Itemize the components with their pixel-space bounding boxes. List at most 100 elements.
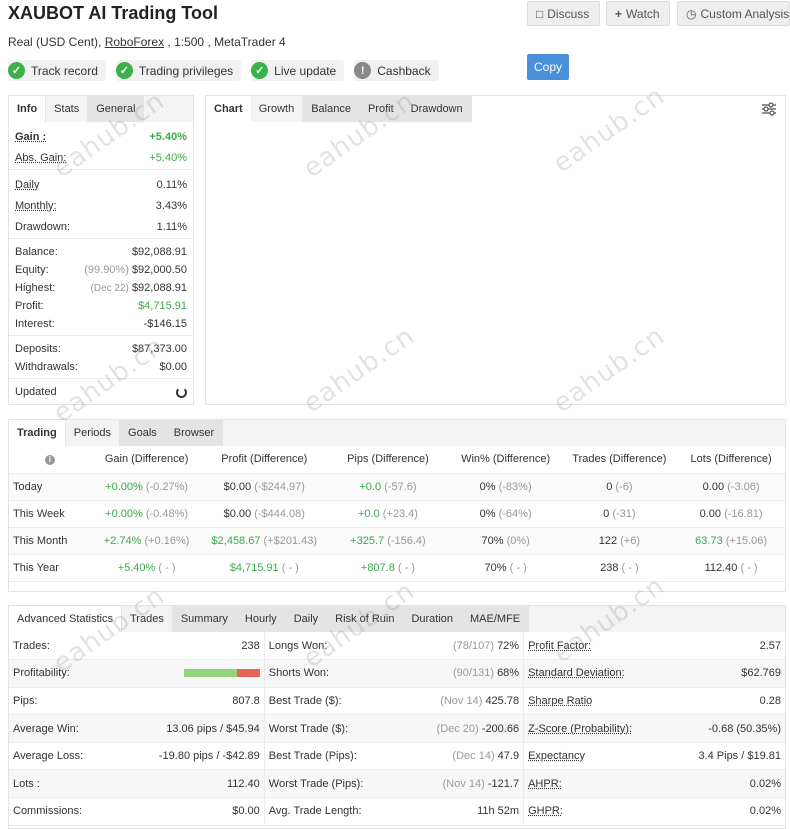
profitability-bar-cell (108, 659, 265, 688)
stat-value: 0.28 (663, 687, 785, 716)
tab-info[interactable]: Info (9, 96, 47, 122)
badge-track-record[interactable]: ✓ Track record (8, 60, 106, 81)
advanced-row: Commissions: $0.00 Avg. Trade Length: 11h … (9, 797, 785, 826)
badge-cashback[interactable]: ! Cashback (354, 60, 439, 81)
stat-value: 0.02% (663, 797, 785, 826)
stat-label: Profitability: (9, 659, 109, 688)
equity-pct: (99.90%) (84, 264, 129, 276)
check-icon: ✓ (115, 62, 133, 79)
profit-value: $4,715.91 (138, 300, 187, 312)
deposits-value: $87,373.00 (131, 343, 187, 355)
advanced-row: Average Win: 13.06 pips / $45.94 Worst Tra… (9, 714, 785, 743)
stat-label: Best Trade ($): (264, 687, 389, 716)
periods-tabs: Trading Periods Goals Browser (9, 420, 785, 446)
tab-balance[interactable]: Balance (303, 96, 360, 122)
plus-icon: + (615, 6, 623, 21)
period-row-this-week: This Week +0.00% (-0.48%) $0.00 (-$444.0… (9, 500, 785, 528)
period-row-this-month: This Month +2.74% (+0.16%) $2,458.67 (+$… (9, 527, 785, 555)
stat-label: Best Trade (Pips): (264, 742, 389, 771)
stat-value: 112.40 (108, 769, 265, 799)
clock-icon: ◷ (686, 6, 697, 21)
discuss-button[interactable]: □ Discuss (527, 1, 600, 26)
badge-live-update[interactable]: ✓ Live update (251, 60, 345, 81)
header-trades: Trades (Difference) (561, 446, 678, 474)
stat-label: Avg. Trade Length: (264, 797, 389, 826)
chart-panel: Chart Growth Balance Profit Drawdown (205, 95, 786, 405)
daily-label: Daily (15, 179, 40, 191)
periods-panel: Trading Periods Goals Browser i Gain (Di… (8, 419, 786, 592)
stat-label: AHPR: (523, 769, 664, 799)
tab-risk-of-ruin[interactable]: Risk of Ruin (327, 606, 404, 632)
comment-icon: □ (536, 6, 544, 21)
interest-value: -$146.15 (143, 318, 187, 330)
deposits-label: Deposits: (15, 343, 61, 355)
stat-value: (Dec 14) 47.9 (388, 742, 525, 771)
interest-label: Interest: (15, 318, 55, 330)
copy-button[interactable]: Copy (527, 54, 569, 80)
tab-periods[interactable]: Periods (66, 420, 121, 446)
tab-trading[interactable]: Trading (9, 420, 66, 446)
abs-gain-value: +5.40% (149, 152, 187, 164)
advanced-row: Lots :112.40 Worst Trade (Pips): (Nov 14) … (9, 769, 785, 799)
stat-label: Expectancy (523, 742, 664, 771)
stat-value: $62.769 (663, 659, 785, 688)
stat-label: Average Win: (9, 714, 109, 743)
period-row-today: Today +0.00% (-0.27%) $0.00 (-$244.97) +… (9, 473, 785, 501)
withdrawals-label: Withdrawals: (15, 361, 78, 373)
gain-value: +5.40% (149, 131, 187, 143)
chart-settings-icon[interactable] (761, 102, 777, 116)
exclamation-icon: ! (354, 62, 372, 79)
info-icon[interactable]: i (44, 455, 55, 466)
tab-mae-mfe[interactable]: MAE/MFE (462, 606, 530, 632)
tab-chart[interactable]: Chart (206, 96, 251, 122)
profitability-bar (183, 669, 260, 678)
stat-value: 11h 52m (388, 797, 525, 826)
profit-label: Profit: (15, 300, 44, 312)
tab-advanced-statistics[interactable]: Advanced Statistics (9, 606, 122, 632)
refresh-icon[interactable] (176, 386, 187, 398)
broker-link[interactable]: RoboForex (105, 35, 164, 49)
tab-drawdown[interactable]: Drawdown (402, 96, 472, 122)
stat-value: (Dec 20) -200.66 (388, 714, 525, 743)
stat-value: (Nov 14) -121.7 (388, 769, 525, 799)
withdrawals-value: $0.00 (159, 361, 187, 373)
header-pips: Pips (Difference) (326, 446, 450, 474)
tab-duration[interactable]: Duration (403, 606, 463, 632)
custom-analysis-button[interactable]: ◷ Custom Analysis (677, 1, 790, 26)
page-title: XAUBOT AI Trading Tool (8, 3, 218, 23)
watch-button[interactable]: + Watch (606, 1, 670, 26)
tab-summary[interactable]: Summary (172, 606, 237, 632)
header-profit: Profit (Difference) (202, 446, 327, 474)
advanced-row: Pips: 807.8 Best Trade ($): (Nov 14) 425.78… (9, 687, 785, 716)
balance-label: Balance: (15, 246, 58, 258)
gain-label: Gain : (15, 131, 47, 143)
header-lots: Lots (Difference) (677, 446, 785, 474)
tab-general[interactable]: General (88, 96, 145, 122)
stat-value: -19.80 pips / -$42.89 (108, 742, 265, 771)
stat-value: 2.57 (663, 632, 785, 661)
periods-table: i Gain (Difference) Profit (Difference) … (9, 446, 785, 582)
stat-label: GHPR: (523, 797, 664, 826)
advanced-row: Average Loss: -19.80 pips / -$42.89 Best T… (9, 742, 785, 771)
stat-label: Worst Trade (Pips): (264, 769, 389, 799)
tab-trades[interactable]: Trades (122, 606, 173, 632)
drawdown-label: Drawdown: (15, 221, 71, 233)
chart-tabs: Chart Growth Balance Profit Drawdown (206, 96, 785, 122)
period-row-this-year: This Year +5.40% ( - ) $4,715.91 ( - ) +… (9, 554, 785, 582)
tab-browser[interactable]: Browser (165, 420, 224, 446)
tab-hourly[interactable]: Hourly (236, 606, 286, 632)
tab-profit[interactable]: Profit (359, 96, 403, 122)
advanced-stats-panel: Advanced Statistics Trades Summary Hourl… (8, 605, 786, 829)
tab-daily[interactable]: Daily (285, 606, 328, 632)
tab-growth[interactable]: Growth (250, 96, 304, 122)
header-gain: Gain (Difference) (90, 446, 203, 474)
monthly-label: Monthly: (15, 200, 57, 212)
stat-label: Commissions: (9, 797, 109, 826)
tab-goals[interactable]: Goals (120, 420, 166, 446)
stat-value: (78/107) 72% (388, 632, 525, 661)
advanced-tabs: Advanced Statistics Trades Summary Hourl… (9, 606, 785, 632)
badge-trading-privileges[interactable]: ✓ Trading privileges (115, 60, 242, 81)
tab-stats[interactable]: Stats (46, 96, 89, 122)
stat-label: Pips: (9, 687, 109, 716)
check-icon: ✓ (251, 62, 269, 79)
